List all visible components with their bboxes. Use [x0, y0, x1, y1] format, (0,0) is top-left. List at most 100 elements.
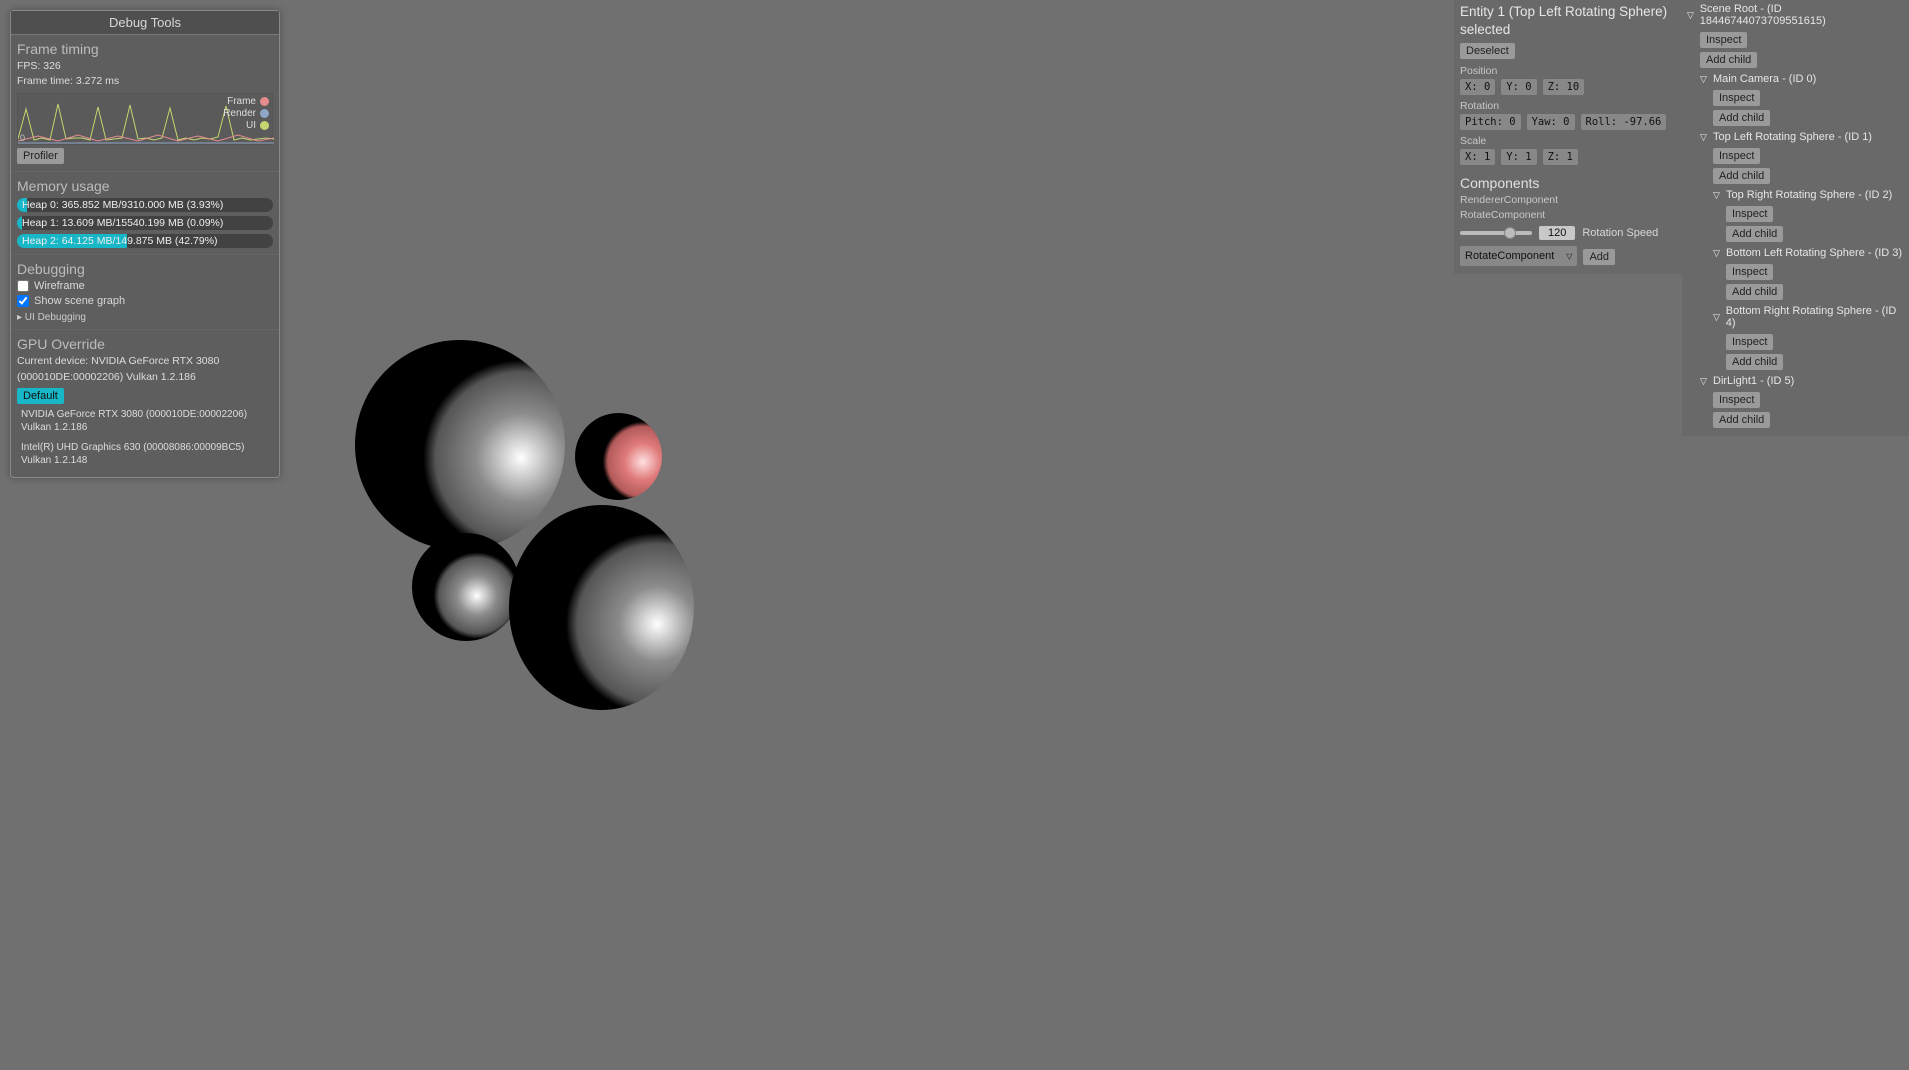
frametime-label: Frame time: 3.272 ms [17, 74, 273, 89]
addchild-button[interactable]: Add child [1726, 354, 1783, 370]
scale-z[interactable]: Z: 1 [1543, 149, 1578, 165]
scene-graph-panel: ▽Scene Root - (ID 18446744073709551615) … [1682, 0, 1909, 436]
legend-ui-dot [260, 121, 269, 130]
rot-roll[interactable]: Roll: -97.66 [1581, 114, 1667, 130]
addchild-button[interactable]: Add child [1726, 226, 1783, 242]
scene-root-row[interactable]: ▽ Scene Root - (ID 18446744073709551615) [1687, 3, 1904, 27]
sphere-bottom-left [412, 533, 520, 641]
pos-z[interactable]: Z: 10 [1543, 79, 1585, 95]
scene-root-inspect[interactable]: Inspect [1700, 32, 1747, 48]
scene-node-row[interactable]: ▽ DirLight1 - (ID 5) [1700, 375, 1904, 387]
wireframe-checkbox-row[interactable]: Wireframe [17, 280, 273, 292]
heap-0-label: Heap 0: 365.852 MB/9310.000 MB (3.93%) [22, 198, 223, 212]
add-component-combo-label: RotateComponent [1465, 250, 1554, 262]
chevron-down-icon: ▽ [1566, 252, 1572, 261]
legend-ui-label: UI [246, 120, 256, 131]
showscene-checkbox-row[interactable]: Show scene graph [17, 295, 273, 307]
inspect-button[interactable]: Inspect [1713, 392, 1760, 408]
fps-label: FPS: 326 [17, 59, 273, 74]
debug-title: Debug Tools [11, 11, 279, 35]
inspect-button[interactable]: Inspect [1726, 334, 1773, 350]
slider-thumb[interactable] [1504, 227, 1516, 239]
scene-node-row[interactable]: ▽ Main Camera - (ID 0) [1700, 73, 1904, 85]
heap-2-bar: Heap 2: 64.125 MB/149.875 MB (42.79%) [17, 234, 273, 248]
scene-child-row[interactable]: ▽ Bottom Right Rotating Sphere - (ID 4) [1713, 305, 1904, 329]
wireframe-checkbox[interactable] [17, 280, 29, 292]
position-label: Position [1460, 65, 1676, 77]
rotation-label: Rotation [1460, 100, 1676, 112]
inspect-button[interactable]: Inspect [1726, 206, 1773, 222]
inspect-button[interactable]: Inspect [1726, 264, 1773, 280]
graph-tick-0: 0 [20, 133, 25, 143]
scene-root-addchild[interactable]: Add child [1700, 52, 1757, 68]
debugging-heading: Debugging [17, 261, 273, 277]
triangle-down-icon[interactable]: ▽ [1713, 190, 1722, 201]
showscene-checkbox[interactable] [17, 295, 29, 307]
gpu-current: Current device: NVIDIA GeForce RTX 3080 … [17, 354, 273, 384]
memory-section: Memory usage Heap 0: 365.852 MB/9310.000… [11, 172, 279, 255]
legend-frame-dot [260, 97, 269, 106]
showscene-label: Show scene graph [34, 295, 125, 307]
frame-timing-heading: Frame timing [17, 41, 273, 57]
rotation-speed-label: Rotation Speed [1582, 227, 1658, 239]
triangle-down-icon[interactable]: ▽ [1700, 376, 1709, 387]
deselect-button[interactable]: Deselect [1460, 43, 1515, 59]
legend-frame-label: Frame [227, 96, 256, 107]
legend-render-label: Render [223, 108, 256, 119]
scene-node-label: DirLight1 - (ID 5) [1713, 375, 1794, 387]
triangle-down-icon[interactable]: ▽ [1713, 248, 1722, 259]
scene-node-label: Main Camera - (ID 0) [1713, 73, 1816, 85]
scene-child-row[interactable]: ▽Bottom Left Rotating Sphere - (ID 3) [1713, 247, 1904, 259]
gpu-heading: GPU Override [17, 336, 273, 352]
legend-render-dot [260, 109, 269, 118]
inspector-title: Entity 1 (Top Left Rotating Sphere) sele… [1460, 3, 1676, 38]
add-component-combo[interactable]: RotateComponent ▽ [1460, 246, 1577, 266]
debug-tools-panel: Debug Tools Frame timing FPS: 326 Frame … [10, 10, 280, 478]
inspect-button[interactable]: Inspect [1713, 148, 1760, 164]
rot-pitch[interactable]: Pitch: 0 [1460, 114, 1521, 130]
scene-node-label: Top Left Rotating Sphere - (ID 1) [1713, 131, 1872, 143]
pos-x[interactable]: X: 0 [1460, 79, 1495, 95]
heap-1-label: Heap 1: 13.609 MB/15540.199 MB (0.09%) [22, 216, 223, 230]
frame-legend: Frame Render UI [223, 96, 269, 132]
gpu-option-1[interactable]: Intel(R) UHD Graphics 630 (00008086:0000… [17, 438, 273, 471]
sphere-top-left [355, 340, 565, 550]
component-rotate: RotateComponent [1460, 209, 1676, 221]
rot-yaw[interactable]: Yaw: 0 [1527, 114, 1575, 130]
pos-y[interactable]: Y: 0 [1501, 79, 1536, 95]
heap-0-bar: Heap 0: 365.852 MB/9310.000 MB (3.93%) [17, 198, 273, 212]
triangle-down-icon[interactable]: ▽ [1700, 74, 1709, 85]
scene-child-label: Bottom Right Rotating Sphere - (ID 4) [1726, 305, 1904, 329]
rotation-speed-slider[interactable] [1460, 231, 1532, 235]
gpu-default-button[interactable]: Default [17, 388, 64, 404]
scene-child-row[interactable]: ▽ Top Right Rotating Sphere - (ID 2) [1713, 189, 1904, 201]
profiler-button[interactable]: Profiler [17, 148, 64, 164]
inspector-panel: Entity 1 (Top Left Rotating Sphere) sele… [1454, 0, 1682, 274]
components-heading: Components [1460, 175, 1676, 191]
debugging-section: Debugging Wireframe Show scene graph ▸ U… [11, 255, 279, 330]
addchild-button[interactable]: Add child [1713, 168, 1770, 184]
heap-1-bar: Heap 1: 13.609 MB/15540.199 MB (0.09%) [17, 216, 273, 230]
scene-node-row[interactable]: ▽ Top Left Rotating Sphere - (ID 1) [1700, 131, 1904, 143]
wireframe-label: Wireframe [34, 280, 85, 292]
scale-y[interactable]: Y: 1 [1501, 149, 1536, 165]
scene-child-label: Top Right Rotating Sphere - (ID 2) [1726, 189, 1892, 201]
addchild-button[interactable]: Add child [1713, 412, 1770, 428]
triangle-down-icon[interactable]: ▽ [1713, 312, 1722, 323]
heap-2-label: Heap 2: 64.125 MB/149.875 MB (42.79%) [22, 234, 218, 248]
gpu-option-0[interactable]: NVIDIA GeForce RTX 3080 (000010DE:000022… [17, 405, 273, 438]
triangle-down-icon[interactable]: ▽ [1700, 132, 1709, 143]
add-component-button[interactable]: Add [1583, 249, 1615, 265]
scale-x[interactable]: X: 1 [1460, 149, 1495, 165]
frame-timing-section: Frame timing FPS: 326 Frame time: 3.272 … [11, 35, 279, 172]
inspect-button[interactable]: Inspect [1713, 90, 1760, 106]
gpu-section: GPU Override Current device: NVIDIA GeFo… [11, 330, 279, 476]
addchild-button[interactable]: Add child [1713, 110, 1770, 126]
rotation-speed-value[interactable]: 120 [1539, 226, 1575, 240]
scene-root-label: Scene Root - (ID 18446744073709551615) [1700, 3, 1904, 27]
ui-debugging-toggle[interactable]: ▸ UI Debugging [17, 312, 86, 323]
addchild-button[interactable]: Add child [1726, 284, 1783, 300]
frame-graph: 0 Frame Render UI [17, 93, 273, 145]
triangle-down-icon[interactable]: ▽ [1687, 10, 1696, 21]
scale-label: Scale [1460, 135, 1676, 147]
